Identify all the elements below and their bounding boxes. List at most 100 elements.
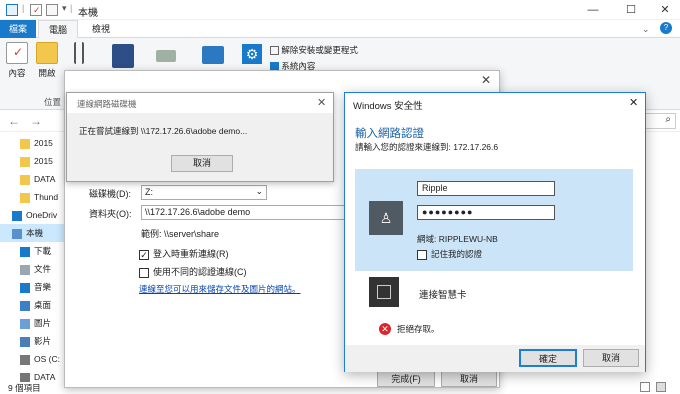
navigation-pane: 2015 2015 DATA Thund OneDriv 本機下載文件音樂桌面圖片影片 OS… — [0, 132, 64, 383]
close-button[interactable]: ✕ — [648, 1, 680, 19]
details-view-icon[interactable] — [640, 382, 650, 392]
open-folder-icon — [36, 42, 58, 64]
sidebar-item[interactable]: 本機 — [0, 224, 64, 242]
error-message: 拒絕存取。 — [397, 324, 440, 334]
username-input[interactable]: Ripple — [417, 181, 555, 196]
computer-icon[interactable] — [6, 4, 18, 16]
security-title-bar: Windows 安全性 ✕ — [345, 93, 645, 113]
smart-card-label[interactable]: 連接智慧卡 — [419, 287, 467, 301]
cancel-button[interactable]: 取消 — [171, 155, 233, 172]
example-text: 範例: \\server\share — [141, 229, 220, 239]
close-icon[interactable]: ✕ — [481, 73, 491, 87]
sidebar-item[interactable]: OS (C: — [0, 350, 64, 368]
cancel-button[interactable]: 取消 — [583, 349, 639, 367]
password-input[interactable]: ●●●●●●●● — [417, 205, 555, 220]
uninstall-program-button[interactable]: 解除安裝或變更程式 — [270, 44, 358, 56]
new-folder-icon[interactable] — [46, 4, 58, 16]
sidebar-item[interactable]: 下載 — [0, 242, 64, 260]
credential-tile-selected[interactable]: ♙ Ripple ●●●●●●●● 網域: RIPPLEWU-NB 記住我的認證 — [355, 169, 633, 271]
uninstall-icon — [270, 46, 279, 56]
tab-view[interactable]: 檢視 — [82, 20, 120, 38]
store-documents-link[interactable]: 連線至您可以用來儲存文件及圖片的網站。 — [139, 283, 301, 295]
smart-card-icon[interactable] — [369, 277, 399, 307]
properties-button[interactable]: ✓ 內容 — [2, 42, 32, 79]
tab-file[interactable]: 檔案 — [0, 20, 36, 38]
ribbon-tabs: 檔案 電腦 檢視 ⌄ ? — [0, 20, 680, 38]
help-icon[interactable]: ? — [660, 22, 672, 34]
close-icon[interactable]: ✕ — [317, 96, 326, 109]
sidebar-item-label: 桌面 — [34, 300, 52, 310]
sidebar-item-label: 音樂 — [34, 282, 52, 292]
tab-computer[interactable]: 電腦 — [38, 20, 79, 38]
forward-arrow-icon[interactable]: → — [30, 114, 42, 128]
download-icon — [20, 246, 30, 257]
sidebar-item[interactable]: OneDriv — [0, 206, 64, 224]
rename-button[interactable] — [64, 42, 94, 67]
sidebar-item[interactable]: 圖片 — [0, 314, 64, 332]
user-icon: ♙ — [369, 201, 403, 235]
reconnect-checkbox[interactable]: ✓ 登入時重新連線(R) — [139, 247, 229, 260]
connecting-dialog-title: 連線網路磁碟機 — [77, 99, 137, 109]
quick-access-dropdown-icon[interactable]: ▾ — [62, 3, 67, 14]
settings-gear-icon[interactable]: ⚙ — [242, 44, 262, 64]
back-arrow-icon[interactable]: ← — [8, 114, 20, 128]
open-button[interactable]: 開啟 — [32, 42, 62, 79]
sidebar-item-label: Thund — [34, 192, 59, 202]
close-icon[interactable]: ✕ — [629, 96, 638, 109]
document-icon — [20, 264, 30, 275]
drive-select[interactable]: Z: ⌄ — [141, 185, 267, 200]
remember-credentials-checkbox[interactable]: 記住我的認證 — [417, 248, 482, 260]
open-label: 開啟 — [38, 68, 56, 78]
folder-icon — [20, 156, 30, 167]
video-icon — [20, 336, 30, 347]
sidebar-item[interactable]: 桌面 — [0, 296, 64, 314]
checkbox-box[interactable] — [139, 267, 149, 278]
reconnect-label: 登入時重新連線(R) — [153, 249, 229, 259]
connecting-dialog-title-bar: 連線網路磁碟機 ✕ — [67, 93, 333, 113]
folder-icon — [20, 174, 30, 185]
sidebar-item[interactable]: 2015 — [0, 152, 64, 170]
different-credentials-checkbox[interactable]: 使用不同的認證連線(C) — [139, 265, 247, 278]
sidebar-item-label: 文件 — [34, 264, 52, 274]
media-server-icon[interactable] — [112, 44, 134, 68]
network-drive-icon[interactable] — [156, 50, 176, 62]
credentials-subtitle: 請輸入您的認證來連線到: 172.17.26.6 — [355, 142, 499, 152]
large-icons-view-icon[interactable] — [656, 382, 666, 392]
connecting-message: 正在嘗試連線到 \\172.17.26.6\adobe demo... — [79, 126, 248, 136]
security-footer: 確定 取消 — [345, 345, 645, 372]
drive-icon — [20, 354, 30, 365]
sidebar-item[interactable]: Thund — [0, 188, 64, 206]
window-title: 本機 — [78, 8, 98, 19]
search-icon: ⌕ — [665, 114, 671, 125]
maximize-button[interactable]: ☐ — [614, 1, 648, 19]
sidebar-item-label: 圖片 — [34, 318, 52, 328]
folder-icon — [20, 192, 30, 203]
sidebar-item-label: 本機 — [26, 228, 44, 238]
explorer-title-bar: | ✓ ▾ | 本機 — ☐ ✕ — [0, 0, 680, 20]
drive-value: Z: — [145, 187, 153, 197]
network-location-icon[interactable] — [202, 46, 224, 64]
checkbox-box[interactable]: ✓ — [139, 249, 149, 260]
uninstall-label: 解除安裝或變更程式 — [281, 45, 358, 55]
sidebar-item-label: OneDriv — [26, 210, 58, 220]
security-window-title: Windows 安全性 — [353, 101, 423, 112]
sidebar-item-label: DATA — [34, 174, 56, 184]
minimize-button[interactable]: — — [576, 1, 610, 19]
sidebar-item[interactable]: 文件 — [0, 260, 64, 278]
properties-icon[interactable]: ✓ — [30, 4, 42, 16]
drive-label: 磁碟機(D): — [89, 189, 131, 199]
sidebar-item[interactable]: 影片 — [0, 332, 64, 350]
sidebar-item-label: 2015 — [34, 156, 53, 166]
checkbox-box[interactable] — [417, 249, 427, 260]
folder-input[interactable]: \\172.17.26.6\adobe demo — [141, 205, 361, 220]
ribbon-expand-icon[interactable]: ⌄ — [642, 24, 650, 35]
sidebar-item[interactable]: DATA — [0, 170, 64, 188]
rename-icon — [74, 42, 84, 64]
credentials-heading: 輸入網路認證 — [355, 128, 424, 140]
different-credentials-label: 使用不同的認證連線(C) — [153, 267, 247, 277]
folder-icon — [20, 138, 30, 149]
sidebar-item[interactable]: 音樂 — [0, 278, 64, 296]
computer-icon — [12, 228, 22, 239]
ok-button[interactable]: 確定 — [519, 349, 577, 367]
sidebar-item[interactable]: 2015 — [0, 134, 64, 152]
